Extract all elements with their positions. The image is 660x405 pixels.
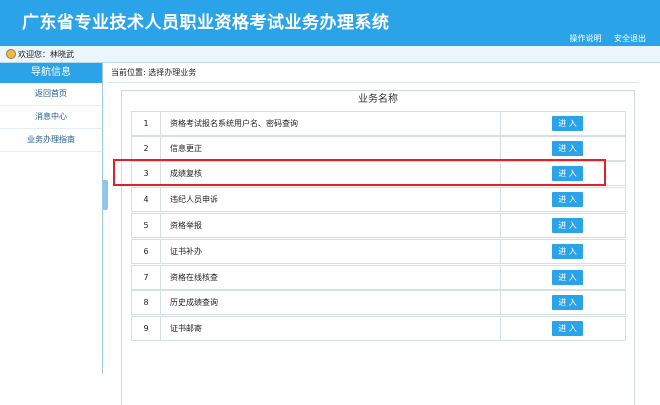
action-cell: 进 入 <box>500 112 627 135</box>
business-name: 成绩复核 <box>170 169 202 178</box>
table-row: 1 资格考试报名系统用户名、密码查询 进 入 <box>131 111 626 136</box>
sidebar: 导航信息 返回首页 消息中心 业务办理指南 <box>0 63 103 374</box>
action-cell: 进 入 <box>500 240 627 263</box>
business-name: 违纪人员申诉 <box>170 195 218 204</box>
table-row: 4 违纪人员申诉 进 入 <box>131 187 626 212</box>
row-number: 4 <box>132 188 161 211</box>
table-row: 7 资格在线核查 进 入 <box>131 265 626 290</box>
welcome-text: 欢迎您：林晓武 <box>18 50 74 59</box>
enter-button[interactable]: 进 入 <box>552 141 583 156</box>
business-name: 资格考试报名系统用户名、密码查询 <box>170 119 298 128</box>
enter-button[interactable]: 进 入 <box>552 116 583 131</box>
business-name: 证书邮寄 <box>170 324 202 333</box>
action-cell: 进 入 <box>500 162 627 185</box>
row-number: 8 <box>132 291 161 314</box>
row-number: 1 <box>132 112 161 135</box>
business-name: 资格举报 <box>170 221 202 230</box>
help-link[interactable]: 操作说明 <box>569 34 601 43</box>
enter-button[interactable]: 进 入 <box>552 218 583 233</box>
table-row: 3 成绩复核 进 入 <box>131 161 626 186</box>
header-links: 操作说明 安全退出 <box>559 33 646 44</box>
business-table: 业务名称 1 资格考试报名系统用户名、密码查询 进 入 2 信息更正 进 入 3… <box>121 90 635 405</box>
enter-button[interactable]: 进 入 <box>552 321 583 336</box>
enter-button[interactable]: 进 入 <box>552 295 583 310</box>
row-number: 2 <box>132 137 161 160</box>
row-number: 9 <box>132 317 161 340</box>
table-row: 8 历史成绩查询 进 入 <box>131 290 626 315</box>
row-number: 5 <box>132 214 161 237</box>
breadcrumb: 当前位置: 选择办理业务 <box>108 63 638 83</box>
action-cell: 进 入 <box>500 266 627 289</box>
table-row: 6 证书补办 进 入 <box>131 239 626 264</box>
user-bar: 欢迎您：林晓武 <box>0 46 660 63</box>
table-row: 5 资格举报 进 入 <box>131 213 626 238</box>
app-header: 广东省专业技术人员职业资格考试业务办理系统 操作说明 安全退出 <box>0 0 660 46</box>
action-cell: 进 入 <box>500 317 627 340</box>
row-number: 7 <box>132 266 161 289</box>
row-number: 6 <box>132 240 161 263</box>
action-cell: 进 入 <box>500 291 627 314</box>
action-cell: 进 入 <box>500 188 627 211</box>
enter-button[interactable]: 进 入 <box>552 166 583 181</box>
enter-button[interactable]: 进 入 <box>552 192 583 207</box>
business-name: 信息更正 <box>170 144 202 153</box>
sidebar-item-home[interactable]: 返回首页 <box>0 83 102 106</box>
app-title: 广东省专业技术人员职业资格考试业务办理系统 <box>22 13 390 33</box>
user-avatar-icon <box>6 49 16 59</box>
action-cell: 进 入 <box>500 137 627 160</box>
table-row: 2 信息更正 进 入 <box>131 136 626 161</box>
sidebar-heading: 导航信息 <box>0 63 102 83</box>
logout-link[interactable]: 安全退出 <box>614 34 646 43</box>
enter-button[interactable]: 进 入 <box>552 270 583 285</box>
row-number: 3 <box>132 162 161 185</box>
sidebar-item-guide[interactable]: 业务办理指南 <box>0 129 102 152</box>
table-row: 9 证书邮寄 进 入 <box>131 316 626 341</box>
main-content: 当前位置: 选择办理业务 业务名称 1 资格考试报名系统用户名、密码查询 进 入… <box>108 63 638 405</box>
business-name: 证书补办 <box>170 247 202 256</box>
table-header: 业务名称 <box>358 94 398 105</box>
business-name: 历史成绩查询 <box>170 298 218 307</box>
enter-button[interactable]: 进 入 <box>552 244 583 259</box>
sidebar-item-messages[interactable]: 消息中心 <box>0 106 102 129</box>
business-name: 资格在线核查 <box>170 273 218 282</box>
action-cell: 进 入 <box>500 214 627 237</box>
